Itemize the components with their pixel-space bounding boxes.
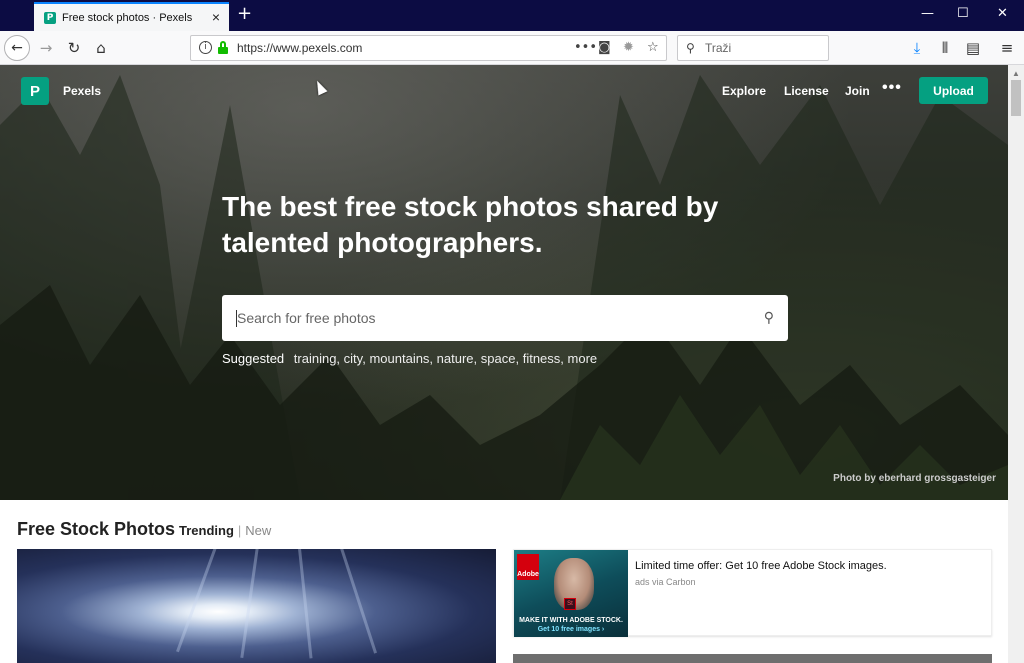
scroll-up-arrow-icon[interactable]: ▲ xyxy=(1012,69,1020,78)
suggested-tag-mountains[interactable]: mountains, xyxy=(369,351,433,366)
suggested-tag-space[interactable]: space, xyxy=(481,351,519,366)
browser-search-field[interactable]: ⚲ Traži xyxy=(677,35,829,61)
tab-close-icon[interactable]: × xyxy=(212,10,220,24)
minimize-button[interactable]: — xyxy=(921,6,934,21)
new-tab-button[interactable]: + xyxy=(237,5,252,23)
forest-background-image xyxy=(0,75,1008,500)
stock-badge-icon: St xyxy=(564,598,576,610)
address-bar[interactable]: i https://www.pexels.com ••• ◙ ✹ ☆ xyxy=(190,35,667,61)
close-window-button[interactable]: ✕ xyxy=(997,6,1008,21)
photo-search-placeholder: Search for free photos xyxy=(237,310,376,326)
ad-image-caption: MAKE IT WITH ADOBE STOCK. xyxy=(519,617,623,624)
more-dots-icon[interactable]: ••• xyxy=(574,40,597,55)
maximize-button[interactable]: ☐ xyxy=(957,6,969,21)
forward-arrow-icon[interactable]: → xyxy=(35,37,57,59)
home-icon[interactable]: ⌂ xyxy=(90,37,112,59)
info-icon[interactable]: i xyxy=(199,41,212,54)
suggested-tag-nature[interactable]: nature, xyxy=(437,351,477,366)
browser-search-placeholder: Traži xyxy=(705,41,732,55)
photo-search-input[interactable]: Search for free photos ⚲ xyxy=(222,295,788,341)
tab-separator: | xyxy=(237,523,242,538)
photo-thumbnail[interactable] xyxy=(17,549,496,663)
ad-title-link[interactable]: Limited time offer: Get 10 free Adobe St… xyxy=(635,560,887,572)
library-icon[interactable]: ⫴ xyxy=(934,37,956,59)
suggested-tag-training[interactable]: training, xyxy=(294,351,340,366)
photo-credit-link[interactable]: Photo by eberhard grossgasteiger xyxy=(833,473,996,484)
url-text[interactable]: https://www.pexels.com xyxy=(237,41,362,55)
section-title: Free Stock Photos xyxy=(17,519,176,539)
carbon-ad[interactable]: Adobe St MAKE IT WITH ADOBE STOCK. Get 1… xyxy=(513,549,992,637)
tab-trending[interactable]: Trending xyxy=(179,523,234,538)
reload-icon[interactable]: ↻ xyxy=(63,37,85,59)
scrollbar-thumb[interactable] xyxy=(1011,80,1021,116)
tab-new[interactable]: New xyxy=(245,523,271,538)
hero-headline: The best free stock photos shared by tal… xyxy=(222,191,719,258)
nav-join-link[interactable]: Join xyxy=(845,84,870,98)
download-icon[interactable]: ⤓ xyxy=(906,37,928,59)
page-scrollbar[interactable]: ▲ xyxy=(1008,65,1024,663)
bug-icon[interactable]: ✹ xyxy=(623,40,634,55)
pexels-logo[interactable]: P xyxy=(21,77,49,105)
brand-name[interactable]: Pexels xyxy=(63,84,101,98)
navigation-toolbar: ← → ↻ ⌂ i https://www.pexels.com ••• ◙ ✹… xyxy=(0,31,1024,65)
pexels-favicon-icon: P xyxy=(44,11,56,24)
suggested-tags: Suggested training, city, mountains, nat… xyxy=(222,351,597,366)
browser-tab[interactable]: P Free stock photos · Pexels × xyxy=(34,2,229,31)
sidebar-icon[interactable]: ▤ xyxy=(962,37,984,59)
nav-more-icon[interactable]: ••• xyxy=(882,79,902,97)
ad-image-cta: Get 10 free images › xyxy=(537,626,605,633)
ad-image[interactable]: Adobe St MAKE IT WITH ADOBE STOCK. Get 1… xyxy=(514,550,628,637)
upload-button[interactable]: Upload xyxy=(919,77,988,104)
lock-icon[interactable] xyxy=(218,41,228,54)
pocket-icon[interactable]: ◙ xyxy=(598,40,611,55)
suggested-tag-fitness[interactable]: fitness, xyxy=(523,351,564,366)
nav-license-link[interactable]: License xyxy=(784,84,829,98)
suggested-tag-city[interactable]: city, xyxy=(344,351,366,366)
tab-strip: P Free stock photos · Pexels × + — ☐ ✕ xyxy=(0,0,1024,31)
search-icon[interactable]: ⚲ xyxy=(764,310,774,326)
adobe-logo-icon: Adobe xyxy=(517,554,539,580)
star-icon[interactable]: ☆ xyxy=(647,40,659,55)
tab-title: Free stock photos · Pexels xyxy=(62,11,193,24)
next-card-placeholder xyxy=(513,654,992,663)
hero-section: P Pexels Explore License Join ••• Upload… xyxy=(0,65,1008,500)
suggested-label: Suggested xyxy=(222,351,285,366)
photo-sort-tabs: Trending | New xyxy=(179,523,271,538)
suggested-tag-more[interactable]: more xyxy=(568,351,598,366)
nav-explore-link[interactable]: Explore xyxy=(722,84,766,98)
hamburger-menu-icon[interactable]: ≡ xyxy=(996,37,1018,59)
back-arrow-icon[interactable]: ← xyxy=(4,35,30,61)
ad-attribution-link[interactable]: ads via Carbon xyxy=(635,577,696,587)
search-icon: ⚲ xyxy=(686,41,695,55)
